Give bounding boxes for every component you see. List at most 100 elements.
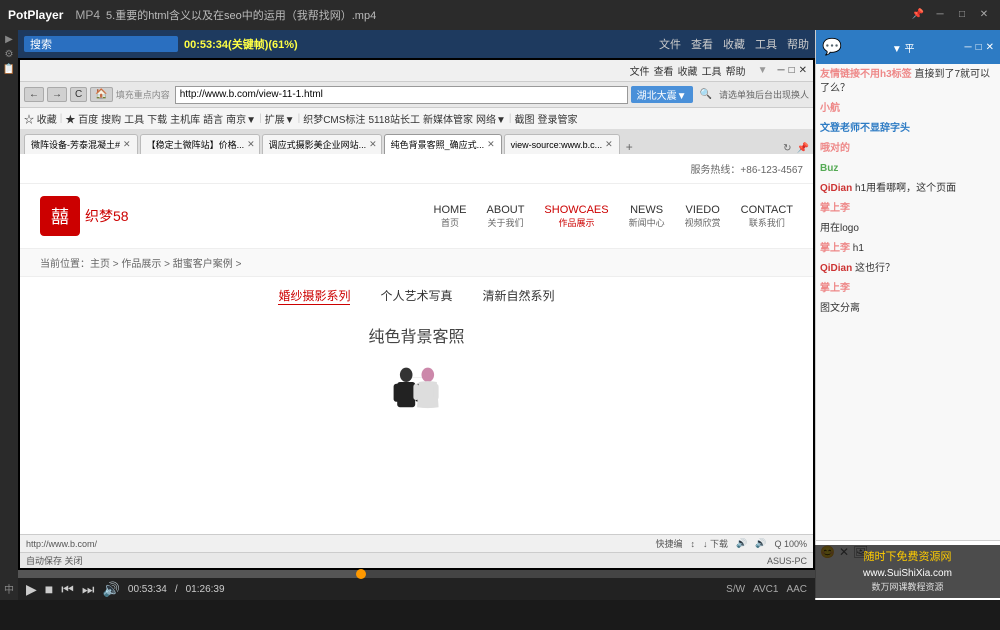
bm-download[interactable]: 下载: [147, 111, 167, 126]
bm-login[interactable]: 登录管家: [537, 111, 577, 126]
status-download[interactable]: ↓ 下载: [703, 537, 728, 550]
bm-media[interactable]: 新媒体管家: [423, 111, 473, 126]
window-controls[interactable]: 📌 ─ □ ✕: [910, 7, 992, 23]
bm-nanjing[interactable]: 南京▼: [226, 111, 256, 126]
tab-refresh-icon[interactable]: ↻: [783, 143, 791, 154]
browser-menu-view[interactable]: 查看: [654, 63, 674, 78]
bm-collect[interactable]: ☆ 收藏: [24, 111, 57, 126]
subnav-wedding[interactable]: 婚纱摄影系列: [278, 287, 350, 305]
tab-2[interactable]: 【稳定土微阵站】价格... ✕: [140, 134, 260, 154]
bm-screenshot[interactable]: 截图: [514, 111, 534, 126]
menu-video[interactable]: VIEDO 视频欣赏: [685, 204, 721, 229]
tab-1[interactable]: 微阵设备-芳泰混凝土# ✕: [24, 134, 138, 154]
chat-close[interactable]: ✕: [986, 42, 994, 53]
sidebar-icon-2[interactable]: ⚙: [5, 49, 14, 60]
bm-5118[interactable]: 5118站长工: [368, 111, 420, 126]
browser-minimize[interactable]: ─: [777, 65, 784, 76]
chat-icon-left[interactable]: 💬: [822, 37, 842, 57]
menu-home[interactable]: HOME 首页: [434, 204, 467, 229]
chat-msg-6: 掌上李: [820, 202, 996, 216]
maximize-btn[interactable]: □: [954, 7, 970, 23]
status-shortcut[interactable]: 快捷编: [656, 537, 683, 550]
status-vol1[interactable]: 🔊: [736, 538, 747, 549]
website-content: 服务热线：+86-123-4567 囍 织梦58 HOME 首页 A: [20, 154, 813, 534]
volume-btn[interactable]: 🔊: [102, 581, 119, 598]
pin-icon[interactable]: 📌: [910, 7, 926, 23]
bm-tools[interactable]: 工具: [124, 111, 144, 126]
next-btn[interactable]: ⏭: [82, 581, 95, 598]
progress-bar[interactable]: [18, 570, 815, 578]
browser-window: 文件 查看 收藏 工具 帮助 ▼ ─ □ ✕ ← → C 🏠 填充重点内容 湖北…: [20, 60, 813, 568]
subnav-portrait[interactable]: 个人艺术写真: [380, 287, 452, 305]
msg-user-9: QiDian: [820, 263, 852, 274]
progress-dot[interactable]: [356, 569, 366, 579]
minimize-btn[interactable]: ─: [932, 7, 948, 23]
tab-1-close[interactable]: ✕: [123, 139, 131, 150]
menu-file[interactable]: 文件: [659, 36, 681, 52]
sidebar-icon-4[interactable]: 中: [4, 581, 14, 596]
left-sidebar: ▶ ⚙ 📋 中: [0, 30, 18, 600]
sidebar-icon-1[interactable]: ▶: [5, 34, 13, 45]
back-btn[interactable]: ←: [24, 87, 44, 102]
browser-menu-tools[interactable]: 工具: [702, 63, 722, 78]
menu-about[interactable]: ABOUT 关于我们: [487, 204, 525, 229]
refresh-btn[interactable]: C: [70, 87, 87, 102]
bm-cms[interactable]: 织梦CMS标注: [303, 111, 365, 126]
sidebar-icon-3[interactable]: 📋: [3, 64, 15, 75]
tab-5[interactable]: view-source:www.b.c... ✕: [504, 134, 620, 154]
forward-btn[interactable]: →: [47, 87, 67, 102]
menu-showcases[interactable]: SHOWCAES 作品展示: [544, 204, 608, 229]
bm-search[interactable]: 搜购: [101, 111, 121, 126]
tab-3[interactable]: 调应式摄影美企业网站... ✕: [262, 134, 382, 154]
close-btn[interactable]: ✕: [976, 7, 992, 23]
new-tab-btn[interactable]: +: [626, 140, 633, 154]
chat-msg-0: 友情链接不用h3标签 直接到了7就可以了么？: [820, 68, 996, 96]
prev-btn[interactable]: ⏮: [61, 581, 74, 598]
bm-ext[interactable]: 扩展▼: [265, 111, 295, 126]
menu-contact-en: CONTACT: [741, 204, 793, 216]
status-arrows[interactable]: ↕: [691, 539, 696, 549]
tab-4[interactable]: 纯色背景客照_确应式... ✕: [384, 134, 502, 154]
browser-maximize[interactable]: □: [789, 65, 795, 76]
tab-3-close[interactable]: ✕: [369, 139, 377, 150]
menu-view[interactable]: 查看: [691, 36, 713, 52]
bm-baidu[interactable]: ★ 百度: [65, 111, 98, 126]
msg-user-4: Buz: [820, 163, 838, 174]
menu-showcases-en: SHOWCAES: [544, 204, 608, 216]
play-pause-btn[interactable]: ▶: [26, 581, 37, 598]
browser-close[interactable]: ✕: [799, 65, 807, 76]
site-image-area: [20, 355, 813, 435]
status-vol2[interactable]: 🔊: [755, 538, 766, 549]
status-zoom: Q 100%: [774, 539, 807, 549]
tab-5-close[interactable]: ✕: [605, 139, 613, 150]
menu-tools[interactable]: 工具: [755, 36, 777, 52]
chat-minimize[interactable]: ─: [964, 42, 971, 53]
menu-contact-cn: 联系我们: [741, 216, 793, 229]
menu-news-cn: 新闻中心: [629, 216, 665, 229]
go-button[interactable]: 湖北大震▼: [631, 86, 693, 103]
stop-btn[interactable]: ■: [45, 581, 53, 597]
menu-help[interactable]: 帮助: [787, 36, 809, 52]
bm-host[interactable]: 主机库: [170, 111, 200, 126]
subnav-natural[interactable]: 清新自然系列: [483, 287, 555, 305]
bm-network[interactable]: 网络▼: [476, 111, 506, 126]
browser-menu-file[interactable]: 文件: [630, 63, 650, 78]
toolbar-search-input[interactable]: [24, 36, 178, 52]
msg-text-11: 图文分离: [820, 303, 860, 314]
bm-lang[interactable]: 語言: [203, 111, 223, 126]
chat-msg-7: 用在logo: [820, 222, 996, 236]
chat-maximize[interactable]: □: [976, 42, 982, 53]
menu-collect[interactable]: 收藏: [723, 36, 745, 52]
browser-menu-collect[interactable]: 收藏: [678, 63, 698, 78]
menu-contact[interactable]: CONTACT 联系我们: [741, 204, 793, 229]
home-btn[interactable]: 🏠: [90, 87, 112, 102]
tab-pin-icon[interactable]: 📌: [797, 143, 809, 154]
address-input[interactable]: [175, 86, 628, 104]
menu-news[interactable]: NEWS 新闻中心: [629, 204, 665, 229]
chat-msg-3: 哦对的: [820, 142, 996, 156]
search-icon[interactable]: 🔍: [700, 89, 712, 100]
tab-2-close[interactable]: ✕: [247, 139, 255, 150]
browser-menu-help[interactable]: 帮助: [726, 63, 746, 78]
tab-4-close[interactable]: ✕: [487, 139, 495, 150]
site-logo: 囍 织梦58: [40, 196, 129, 236]
